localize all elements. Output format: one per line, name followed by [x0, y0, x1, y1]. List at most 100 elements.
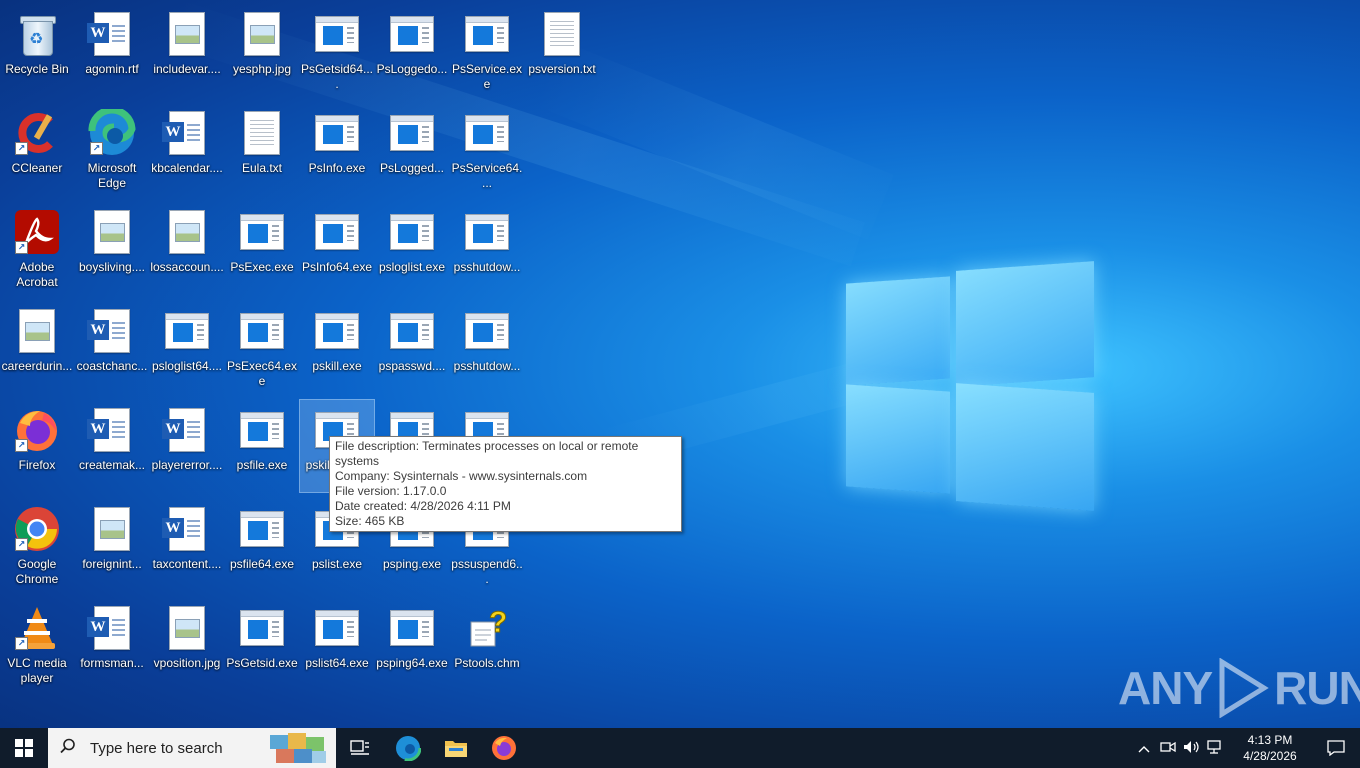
word-doc-icon: W	[87, 10, 136, 58]
desktop-icon-label: pskill.exe	[312, 359, 362, 373]
desktop-icon-label: PsGetsid.exe	[226, 656, 298, 670]
image-file-icon	[163, 604, 211, 652]
desktop-icon-label: PsLogged...	[379, 161, 445, 175]
exe-icon	[463, 109, 511, 157]
shortcut-arrow-icon: ↗	[90, 142, 103, 155]
desktop-icon[interactable]: psshutdow...	[450, 202, 524, 294]
notification-icon	[1327, 740, 1345, 756]
desktop-icon[interactable]: yesphp.jpg	[225, 4, 299, 96]
desktop-icon-label: careerdurin...	[1, 359, 73, 373]
desktop-icon[interactable]: Wcreatemak...	[75, 400, 149, 492]
exe-icon	[463, 10, 511, 58]
desktop-icon[interactable]: psloglist.exe	[375, 202, 449, 294]
desktop-icon-label: psloglist64....	[151, 359, 223, 373]
shortcut-arrow-icon: ↗	[15, 241, 28, 254]
desktop-icon[interactable]: careerdurin...	[0, 301, 74, 393]
desktop-icon[interactable]: psshutdow...	[450, 301, 524, 393]
desktop-icon[interactable]: psloglist64....	[150, 301, 224, 393]
desktop-icon[interactable]: Wkbcalendar....	[150, 103, 224, 195]
desktop-icon[interactable]: psping64.exe	[375, 598, 449, 690]
desktop-icon[interactable]: PsGetsid.exe	[225, 598, 299, 690]
desktop-icon[interactable]: PsLogged...	[375, 103, 449, 195]
desktop-icon-label: psping.exe	[382, 557, 442, 571]
desktop-icon[interactable]: PsExec64.exe	[225, 301, 299, 393]
desktop-icon[interactable]: foreignint...	[75, 499, 149, 591]
action-center-button[interactable]	[1312, 740, 1360, 756]
vlc-icon: ↗	[13, 604, 61, 652]
desktop-icon-label: pslist64.exe	[305, 656, 369, 670]
shortcut-arrow-icon: ↗	[15, 439, 28, 452]
exe-icon	[313, 109, 361, 157]
desktop-icon-label: pssuspend6...	[451, 557, 523, 586]
clock-date: 4/28/2026	[1243, 749, 1297, 763]
desktop-icon[interactable]: ↗ VLC media player	[0, 598, 74, 690]
desktop-icon[interactable]: PsInfo.exe	[300, 103, 374, 195]
desktop-icon[interactable]: Wagomin.rtf	[75, 4, 149, 96]
desktop-icon[interactable]: PsExec.exe	[225, 202, 299, 294]
play-icon	[1219, 658, 1269, 718]
desktop-icon[interactable]: ↗ Microsoft Edge	[75, 103, 149, 195]
desktop-icon-label: psfile64.exe	[229, 557, 295, 571]
taskbar-search-box[interactable]	[48, 728, 336, 768]
desktop-icon[interactable]: psfile.exe	[225, 400, 299, 492]
desktop-icon[interactable]: PsLoggedo...	[375, 4, 449, 96]
network-icon[interactable]	[1204, 739, 1228, 757]
recycle-bin-icon: ♻	[13, 10, 61, 58]
desktop-icon[interactable]: psversion.txt	[525, 4, 599, 96]
desktop-icon[interactable]: ↗ Adobe Acrobat	[0, 202, 74, 294]
task-view-button[interactable]	[336, 728, 384, 768]
taskbar-edge[interactable]	[384, 728, 432, 768]
desktop-icon[interactable]: pslist64.exe	[300, 598, 374, 690]
desktop-icon[interactable]: PsService64....	[450, 103, 524, 195]
desktop-icon[interactable]: Eula.txt	[225, 103, 299, 195]
desktop[interactable]: ♻ Recycle Bin ↗ CCleaner ↗ Adobe Acrobat caree…	[0, 0, 1360, 728]
desktop-icon-label: foreignint...	[82, 557, 142, 571]
desktop-icon-label: PsGetsid64....	[300, 62, 374, 91]
desktop-icon[interactable]: ♻ Recycle Bin	[0, 4, 74, 96]
desktop-icon[interactable]: ↗ Google Chrome	[0, 499, 74, 591]
desktop-icon[interactable]: Wformsman...	[75, 598, 149, 690]
svg-text:?: ?	[489, 606, 507, 639]
tooltip-version: File version: 1.17.0.0	[335, 484, 447, 498]
desktop-icon-label: PsInfo.exe	[308, 161, 366, 175]
system-tray: 4:13 PM 4/28/2026	[1132, 728, 1360, 768]
exe-icon	[463, 307, 511, 355]
volume-icon[interactable]	[1180, 740, 1204, 757]
taskbar-file-explorer[interactable]	[432, 728, 480, 768]
exe-icon	[313, 10, 361, 58]
desktop-icon[interactable]: Wplayererror....	[150, 400, 224, 492]
start-button[interactable]	[0, 728, 48, 768]
desktop-icon[interactable]: Wtaxcontent....	[150, 499, 224, 591]
taskbar-clock[interactable]: 4:13 PM 4/28/2026	[1228, 732, 1312, 764]
desktop-icon[interactable]: ↗ CCleaner	[0, 103, 74, 195]
ccleaner-icon: ↗	[13, 109, 61, 157]
desktop-icon[interactable]: pskill.exe	[300, 301, 374, 393]
desktop-icon-label: PsService.exe	[451, 62, 523, 91]
desktop-icon-label: Recycle Bin	[5, 62, 69, 76]
desktop-icon[interactable]: Wcoastchanc...	[75, 301, 149, 393]
desktop-icon[interactable]: ↗ Firefox	[0, 400, 74, 492]
desktop-icon-label: boysliving....	[78, 260, 146, 274]
desktop-icon-label: yesphp.jpg	[232, 62, 292, 76]
desktop-icon[interactable]: psfile64.exe	[225, 499, 299, 591]
desktop-icon-label: psloglist.exe	[378, 260, 446, 274]
desktop-icon[interactable]: PsService.exe	[450, 4, 524, 96]
desktop-icon[interactable]: PsInfo64.exe	[300, 202, 374, 294]
exe-icon	[163, 307, 211, 355]
desktop-icon-label: playererror....	[151, 458, 223, 472]
desktop-icon[interactable]: vposition.jpg	[150, 598, 224, 690]
desktop-icon[interactable]: lossaccoun....	[150, 202, 224, 294]
desktop-icon[interactable]: includevar....	[150, 4, 224, 96]
meet-now-icon[interactable]	[1156, 740, 1180, 757]
desktop-icon[interactable]: PsGetsid64....	[300, 4, 374, 96]
shortcut-arrow-icon: ↗	[15, 637, 28, 650]
desktop-icon[interactable]: boysliving....	[75, 202, 149, 294]
show-hidden-icons-chevron-icon[interactable]	[1132, 741, 1156, 756]
windows-start-icon	[15, 739, 33, 757]
taskbar-firefox[interactable]	[480, 728, 528, 768]
desktop-icon[interactable]: pspasswd....	[375, 301, 449, 393]
exe-icon	[238, 604, 286, 652]
desktop-icon[interactable]: ? Pstools.chm	[450, 598, 524, 690]
help-file-icon: ?	[463, 604, 511, 652]
search-input[interactable]	[88, 738, 262, 758]
